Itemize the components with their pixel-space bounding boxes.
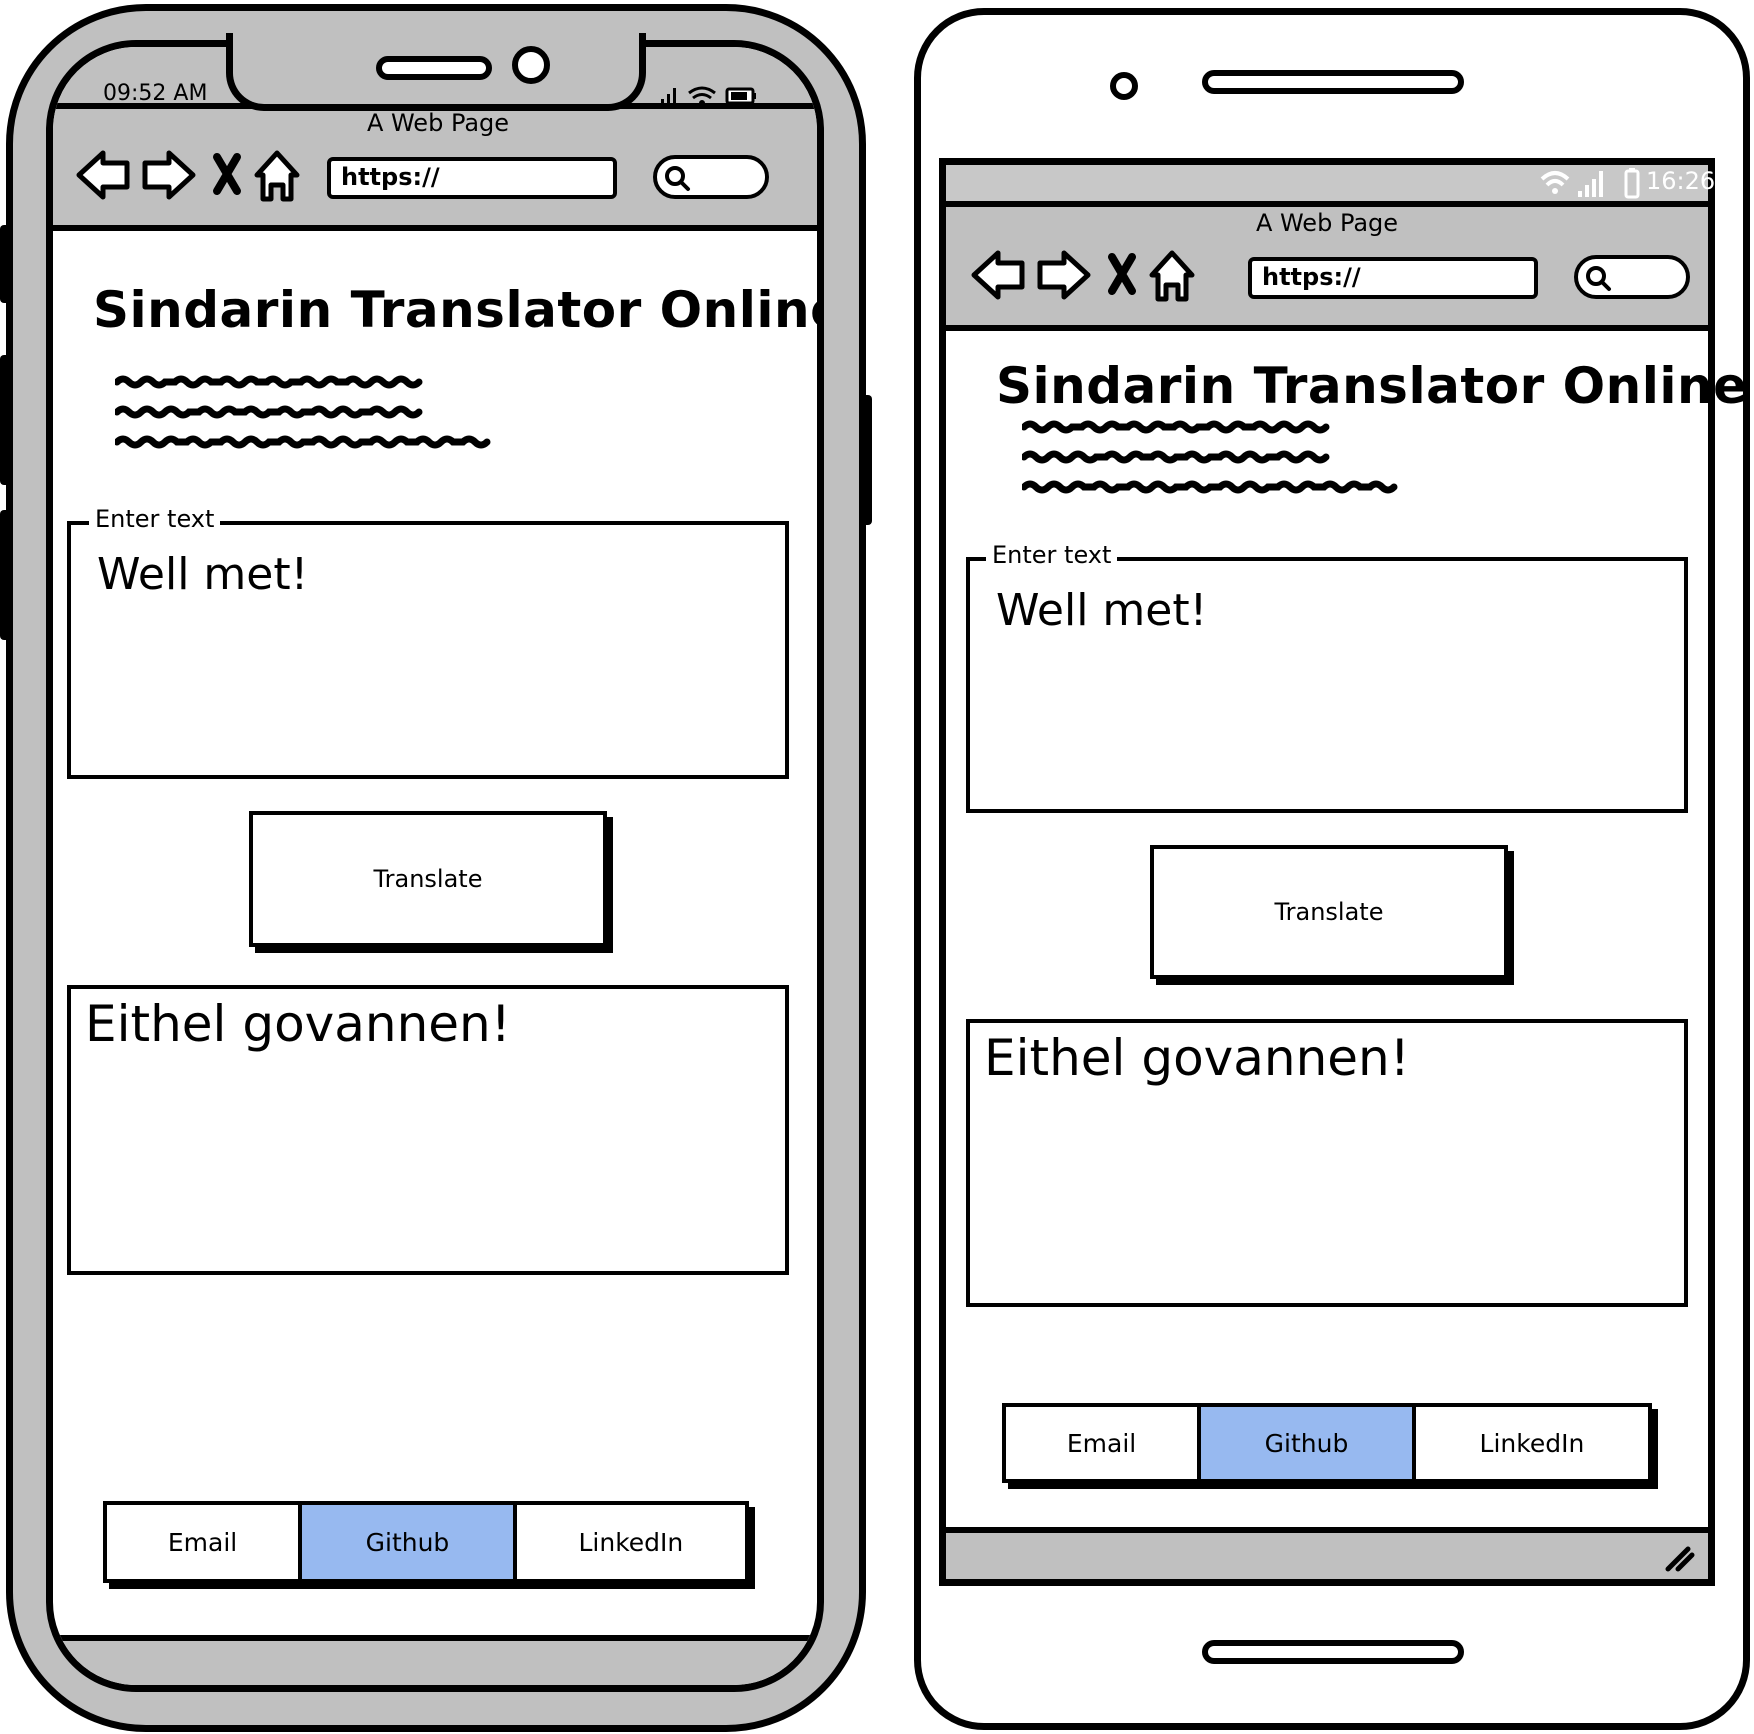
input-label: Enter text xyxy=(89,505,221,533)
android-screen: 16:26 A Web Page https:// Sindarin Trans… xyxy=(939,158,1747,1586)
input-textarea[interactable]: Well met! xyxy=(67,521,789,779)
input-value: Well met! xyxy=(97,549,309,600)
wifi-icon xyxy=(1540,171,1603,197)
nav-buttons xyxy=(73,145,313,207)
output-box: Eithel govannen! xyxy=(67,985,789,1275)
input-label: Enter text xyxy=(986,541,1118,569)
front-camera xyxy=(1110,72,1138,100)
close-icon[interactable] xyxy=(1108,253,1136,295)
volume-down-button xyxy=(0,510,10,640)
translate-button[interactable]: Translate xyxy=(249,811,607,947)
signal-icon xyxy=(1578,171,1603,197)
back-arrow-icon[interactable] xyxy=(76,150,130,200)
bottom-bar xyxy=(946,1527,1708,1579)
bottom-bar xyxy=(53,1635,817,1685)
description-scribble xyxy=(1020,417,1622,507)
home-button[interactable] xyxy=(1202,1640,1464,1664)
resize-grip-icon[interactable] xyxy=(1662,1543,1698,1573)
search-icon xyxy=(1586,266,1611,291)
output-value: Eithel govannen! xyxy=(984,1029,1410,1087)
browser-title: A Web Page xyxy=(1255,209,1399,237)
github-link[interactable]: Github xyxy=(302,1505,517,1579)
earpiece-speaker xyxy=(376,56,492,80)
email-link[interactable]: Email xyxy=(1006,1407,1202,1479)
page-heading: Sindarin Translator Online xyxy=(93,281,824,339)
search-field[interactable] xyxy=(1574,255,1690,299)
browser-toolbar: A Web Page https:// xyxy=(53,103,817,231)
translate-button[interactable]: Translate xyxy=(1150,845,1508,979)
status-time: 16:26 xyxy=(1646,167,1716,195)
home-icon[interactable] xyxy=(1149,250,1195,302)
email-link[interactable]: Email xyxy=(107,1505,303,1579)
back-arrow-icon[interactable] xyxy=(971,250,1025,300)
forward-arrow-icon[interactable] xyxy=(142,150,196,200)
home-icon[interactable] xyxy=(254,150,300,202)
url-input[interactable]: https:// xyxy=(327,157,617,199)
earpiece-speaker xyxy=(1202,70,1464,94)
close-icon[interactable] xyxy=(213,153,241,195)
social-links-bar: Email Github LinkedIn xyxy=(1002,1403,1652,1483)
input-value: Well met! xyxy=(996,585,1208,636)
status-bar: 16:26 xyxy=(946,165,1715,201)
battery-icon xyxy=(1624,168,1640,199)
iphone-screen: 09:52 AM A Web Page https:// Sindarin Tr… xyxy=(46,40,824,1692)
linkedin-link[interactable]: LinkedIn xyxy=(1416,1407,1648,1479)
input-textarea[interactable]: Well met! xyxy=(966,557,1688,813)
nav-buttons xyxy=(968,245,1208,307)
volume-up-button xyxy=(0,355,10,485)
output-value: Eithel govannen! xyxy=(85,995,511,1053)
search-icon xyxy=(665,166,690,191)
linkedin-link[interactable]: LinkedIn xyxy=(517,1505,745,1579)
description-scribble xyxy=(113,372,715,462)
front-camera xyxy=(512,46,550,84)
search-field[interactable] xyxy=(653,155,769,199)
mute-switch xyxy=(0,225,10,303)
output-box: Eithel govannen! xyxy=(966,1019,1688,1307)
forward-arrow-icon[interactable] xyxy=(1037,250,1091,300)
browser-title: A Web Page xyxy=(366,109,510,137)
page-heading: Sindarin Translator Online xyxy=(996,357,1748,415)
power-button xyxy=(862,395,872,525)
url-input[interactable]: https:// xyxy=(1248,257,1538,299)
browser-toolbar: A Web Page https:// xyxy=(946,201,1708,331)
social-links-bar: Email Github LinkedIn xyxy=(103,1501,749,1583)
github-link[interactable]: Github xyxy=(1201,1407,1416,1479)
